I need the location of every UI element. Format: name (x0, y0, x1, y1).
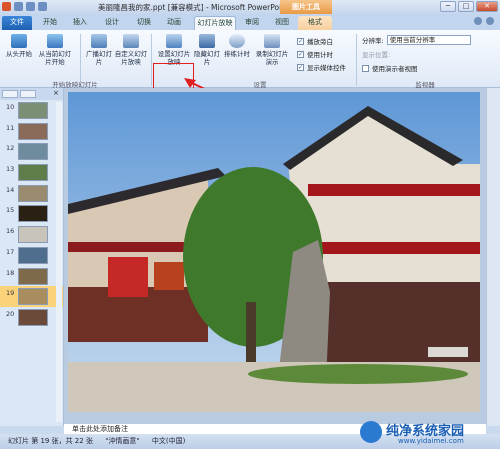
slide-thumbnail-image (18, 184, 48, 202)
tab-insert[interactable]: 插入 (68, 16, 92, 30)
slides-tab[interactable] (2, 90, 18, 98)
slide-number: 16 (6, 227, 15, 236)
slide-thumbnail-10[interactable]: 10 (0, 100, 63, 121)
minimize-button[interactable]: ─ (440, 1, 456, 12)
play-narrations-checkbox[interactable]: ✓ 播放旁白 (297, 36, 333, 46)
ribbon-right-controls (474, 17, 494, 25)
slide-thumbnail-image (18, 164, 48, 182)
tab-view[interactable]: 视图 (270, 16, 294, 30)
title-bar: 美丽隆昌我的家.ppt [兼容模式] - Microsoft PowerPoin… (0, 0, 500, 14)
presenter-view-checkbox[interactable]: 使用演示者视图 (362, 63, 418, 73)
slide-thumbnail-15[interactable]: 15 (0, 203, 63, 224)
hide-slide-button[interactable]: 隐藏幻灯片 (194, 34, 220, 66)
watermark-logo: 纯净系统家园 www.yidaimei.com (360, 418, 498, 448)
record-slide-show-button[interactable]: 录制幻灯片演示 (254, 34, 290, 66)
setup-slide-show-button[interactable]: 设置幻灯片放映 (155, 34, 193, 66)
slide-number: 10 (6, 103, 15, 111)
show-on-select[interactable]: 显示位置: (362, 49, 390, 59)
tab-file[interactable]: 文件 (2, 16, 32, 30)
slide-counter: 幻灯片 第 19 张，共 22 张 (8, 437, 93, 445)
slide-thumbnail-19[interactable]: 19 (0, 286, 63, 307)
slide-thumbnail-11[interactable]: 11 (0, 121, 63, 142)
slide-thumbnail-image (18, 308, 48, 326)
window-controls: ─ □ ✕ (440, 1, 498, 12)
tab-design[interactable]: 设计 (100, 16, 124, 30)
slide-number: 19 (6, 289, 15, 298)
custom-show-icon (123, 34, 139, 48)
broadcast-icon (91, 34, 107, 48)
maximize-button[interactable]: □ (458, 1, 474, 12)
tab-slide-show[interactable]: 幻灯片放映 (194, 16, 236, 30)
slide-photo[interactable] (68, 92, 480, 412)
record-icon (264, 34, 280, 48)
slide-number: 20 (6, 309, 15, 318)
play-icon (11, 34, 27, 48)
panel-scrollbar[interactable] (56, 102, 62, 422)
tab-review[interactable]: 审阅 (240, 16, 264, 30)
custom-show-button[interactable]: 自定义幻灯片放映 (112, 34, 150, 66)
quick-access-toolbar (2, 2, 47, 11)
resolution-select[interactable]: 分辨率: 使用当前分辨率 (362, 35, 471, 45)
slide-thumbnail-17[interactable]: 17 (0, 245, 63, 266)
slide-thumbnail-image (18, 226, 48, 244)
slide-thumbnail-panel: × 10 11 12 13 14 15 16 17 18 19 20 (0, 88, 64, 426)
slide-thumbnail-20[interactable]: 20 (0, 307, 63, 328)
tab-transitions[interactable]: 切换 (132, 16, 156, 30)
slide-thumbnail-image (18, 288, 48, 306)
slide-thumbnail-image (18, 102, 48, 119)
theme-name: "沖情画意" (105, 437, 140, 445)
slide-number: 17 (6, 247, 15, 256)
slide-thumbnail-image (18, 143, 48, 161)
help-icon[interactable] (486, 17, 494, 25)
use-timings-checkbox[interactable]: ✓ 使用计时 (297, 49, 333, 59)
hide-slide-icon (199, 34, 215, 48)
divider (356, 34, 357, 86)
show-media-controls-checkbox[interactable]: ✓ 显示媒体控件 (297, 62, 346, 72)
setup-show-icon (166, 34, 182, 48)
slide-number: 18 (6, 268, 15, 277)
tab-format[interactable]: 格式 (298, 16, 332, 30)
slide-thumbnail-image (18, 122, 48, 140)
close-panel-icon[interactable]: × (53, 90, 61, 98)
tab-home[interactable]: 开始 (38, 16, 62, 30)
close-button[interactable]: ✕ (476, 1, 498, 12)
slide-thumbnail-14[interactable]: 14 (0, 183, 63, 204)
slide-thumbnail-image (18, 246, 48, 264)
slide-thumbnail-image (18, 267, 48, 285)
divider (151, 34, 152, 86)
slide-number: 13 (6, 165, 15, 174)
minimize-ribbon-icon[interactable] (474, 17, 482, 25)
slide-thumbnail-18[interactable]: 18 (0, 266, 63, 287)
from-beginning-button[interactable]: 从头开始 (4, 34, 34, 58)
picture-tools-context: 图片工具 (280, 0, 332, 14)
slide-number: 14 (6, 185, 15, 194)
outline-tab[interactable] (20, 90, 36, 98)
rehearse-timings-button[interactable]: 排练计时 (222, 34, 252, 58)
tab-animations[interactable]: 动画 (162, 16, 186, 30)
clock-icon (229, 34, 245, 48)
language-indicator[interactable]: 中文(中国) (152, 437, 185, 445)
slide-number: 15 (6, 206, 15, 215)
window-title: 美丽隆昌我的家.ppt [兼容模式] - Microsoft PowerPoin… (98, 3, 289, 12)
panel-tabs: × (0, 88, 63, 100)
slide-thumbnail-13[interactable]: 13 (0, 162, 63, 183)
redo-icon[interactable] (38, 2, 47, 11)
slide-number: 12 (6, 144, 15, 153)
slide-canvas (64, 88, 486, 426)
slide-thumbnail-12[interactable]: 12 (0, 141, 63, 162)
play-current-icon (47, 34, 63, 48)
slide-thumbnail-image (18, 205, 48, 223)
powerpoint-icon[interactable] (2, 2, 11, 11)
canvas-scrollbar[interactable] (486, 88, 500, 426)
ribbon-tabs: 文件 开始 插入 设计 切换 动画 幻灯片放映 审阅 视图 格式 (0, 14, 500, 30)
slide-number: 11 (6, 123, 15, 132)
broadcast-button[interactable]: 广播幻灯片 (86, 34, 112, 66)
undo-icon[interactable] (26, 2, 35, 11)
slide-thumbnail-16[interactable]: 16 (0, 224, 63, 245)
ribbon: 从头开始 从当前幻灯片开始 广播幻灯片 自定义幻灯片放映 开始放映幻灯片 设置幻… (0, 30, 500, 109)
save-icon[interactable] (14, 2, 23, 11)
slide-list: 10 11 12 13 14 15 16 17 18 19 20 (0, 100, 63, 328)
from-current-slide-button[interactable]: 从当前幻灯片开始 (36, 34, 74, 66)
